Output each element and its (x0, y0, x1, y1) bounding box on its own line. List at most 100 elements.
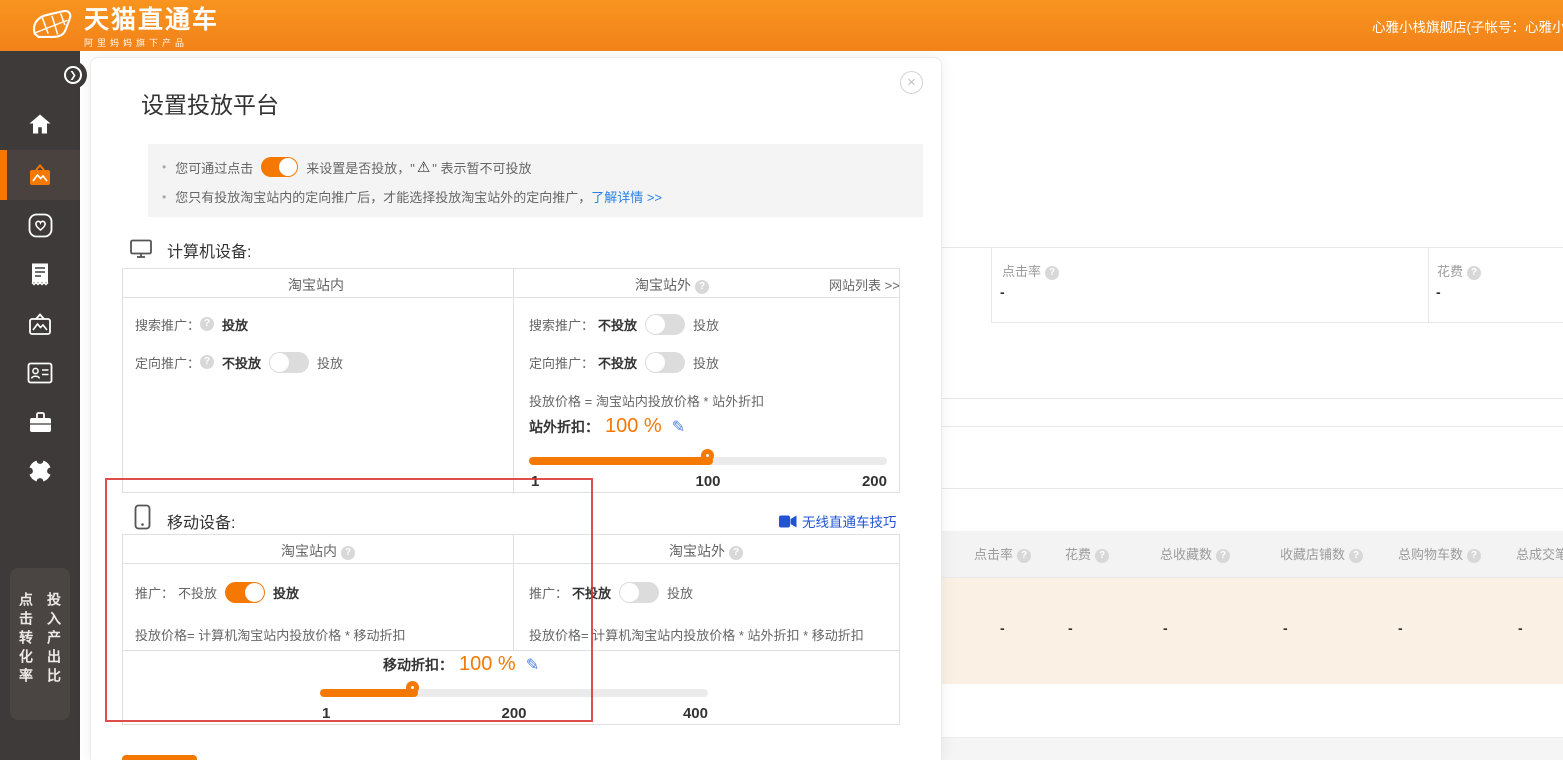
modal-title: 设置投放平台 (141, 86, 279, 120)
help-icon[interactable]: ? (341, 546, 355, 560)
pc-out-search-toggle[interactable] (645, 314, 685, 335)
sidebar-item-campaign-active[interactable] (0, 150, 80, 200)
sidebar-item-tools[interactable] (0, 397, 80, 447)
col-header-taobao-in: 淘宝站内 (288, 275, 344, 295)
report-icon (29, 262, 51, 286)
help-icon[interactable]: ? (200, 317, 214, 331)
help-icon[interactable]: ? (1467, 266, 1481, 280)
bg-table-row (942, 578, 1563, 684)
status-off: 不投放 (572, 583, 611, 602)
sidebar-item-report[interactable] (0, 249, 80, 299)
sidebar-expand-button[interactable]: ❯ (59, 61, 87, 89)
mobile-icon (134, 504, 151, 530)
campaign-icon (27, 163, 53, 188)
bg-col-header: 花费? (1065, 544, 1109, 563)
row-label: 推广： (135, 583, 174, 602)
edit-pencil-icon[interactable]: ✎ (526, 655, 539, 675)
status-off: 不投放 (598, 353, 637, 372)
bg-divider (991, 322, 1563, 323)
status-on: 投放 (317, 353, 343, 372)
tick-min: 1 (322, 705, 330, 722)
edit-pencil-icon[interactable]: ✎ (672, 417, 685, 437)
account-name[interactable]: 心雅小栈旗舰店(子帐号：心雅小栈旗 (1372, 16, 1563, 36)
bg-cell: - (1518, 620, 1523, 636)
bg-cell: - (1283, 620, 1288, 636)
stat-value-cost: - (1436, 284, 1441, 300)
col-header-taobao-out: 淘宝站外? (669, 541, 743, 561)
mobile-in-promo-toggle[interactable] (225, 582, 265, 603)
bg-cell: - (1398, 620, 1403, 636)
pc-in-target-toggle[interactable] (269, 352, 309, 373)
bg-cell: - (1000, 620, 1005, 636)
row-label: 定向推广： (135, 353, 200, 372)
discount-value: 100 % (459, 653, 516, 676)
mobile-section-title: 移动设备: (167, 509, 235, 533)
help-icon[interactable]: ? (1349, 549, 1363, 563)
notice-line-1: • 您可通过点击 来设置是否投放，" ⚠ " 表示暂不可投放 (162, 157, 532, 177)
help-icon[interactable]: ? (1045, 266, 1059, 280)
mobile-out-promo-toggle[interactable] (619, 582, 659, 603)
example-toggle-on[interactable] (261, 157, 298, 177)
help-icon[interactable]: ? (1216, 549, 1230, 563)
toggle-knob (245, 583, 264, 602)
help-icon[interactable]: ? (695, 280, 709, 294)
notice-text: " 表示暂不可投放 (432, 158, 531, 177)
confirm-button[interactable] (122, 755, 197, 760)
sidebar-item-account[interactable] (0, 348, 80, 398)
pc-out-discount-slider[interactable] (529, 457, 887, 465)
sidebar-item-favorites[interactable] (0, 200, 80, 250)
notice-text: 来设置是否投放，" (306, 158, 415, 177)
logo[interactable]: 天猫直通车 阿里妈妈旗下产品 (28, 6, 219, 49)
sidebar-item-home[interactable] (0, 99, 80, 149)
pc-out-search-row: 搜索推广： 不投放 投放 (529, 312, 719, 336)
help-icon[interactable]: ? (1017, 549, 1031, 563)
mobile-discount-slider[interactable] (320, 689, 708, 697)
bg-col-header: 点击率? (974, 544, 1031, 563)
mobile-table-header (123, 535, 899, 564)
help-icon[interactable]: ? (1095, 549, 1109, 563)
help-icon[interactable]: ? (1467, 549, 1481, 563)
bg-divider (942, 426, 1563, 427)
sidebar-item-creative[interactable] (0, 299, 80, 349)
bg-divider (942, 398, 1563, 399)
table-divider (123, 650, 899, 651)
learn-more-link[interactable]: 了解详情 >> (591, 187, 662, 206)
id-card-icon (27, 362, 53, 384)
bg-footer-band (942, 737, 1563, 760)
train-logo-icon (28, 6, 74, 44)
help-icon[interactable]: ? (200, 355, 214, 369)
tick-max: 400 (683, 705, 708, 722)
mobile-table: 淘宝站内? 淘宝站外? 推广： 不投放 投放 投放价格= 计算机淘宝站内投放价格… (122, 534, 900, 725)
slider-fill (320, 689, 418, 697)
row-label: 定向推广： (529, 353, 594, 372)
website-list-link[interactable]: 网站列表 >> (829, 275, 900, 294)
close-icon[interactable]: × (900, 71, 923, 94)
row-label: 搜索推广： (529, 315, 594, 334)
slider-handle[interactable] (701, 449, 714, 462)
stat-label-cost: 花费? (1437, 261, 1481, 280)
help-icon[interactable]: ? (729, 546, 743, 560)
column-divider (513, 269, 514, 494)
tick-mid: 100 (695, 473, 720, 490)
col-header-taobao-out: 淘宝站外? (635, 275, 709, 295)
pc-slider-ticks: 1 100 200 (529, 473, 887, 491)
wireless-tips-link[interactable]: 无线直通车技巧 (802, 511, 897, 531)
sidebar: ❯ (0, 51, 80, 760)
bg-cell: - (1163, 620, 1168, 636)
bg-col-header: 收藏店铺数? (1280, 544, 1363, 563)
discount-label: 移动折扣： (383, 655, 453, 675)
slider-handle[interactable] (406, 681, 419, 694)
computer-icon (129, 239, 153, 260)
bg-divider (942, 247, 1563, 248)
column-divider (513, 535, 514, 650)
metric-roi-label: 投入产出比 (44, 592, 64, 720)
sidebar-item-help[interactable] (0, 446, 80, 496)
toggle-knob (620, 583, 639, 602)
slider-fill (529, 457, 713, 465)
metric-side-panel[interactable]: 点击转化率 投入产出比 (10, 568, 70, 720)
toggle-knob (270, 353, 289, 372)
pc-out-target-toggle[interactable] (645, 352, 685, 373)
wireless-tips[interactable]: 无线直通车技巧 (779, 511, 897, 531)
picture-icon (27, 312, 53, 337)
notice-box: • 您可通过点击 来设置是否投放，" ⚠ " 表示暂不可投放 • 您只有投放淘宝… (148, 144, 923, 217)
